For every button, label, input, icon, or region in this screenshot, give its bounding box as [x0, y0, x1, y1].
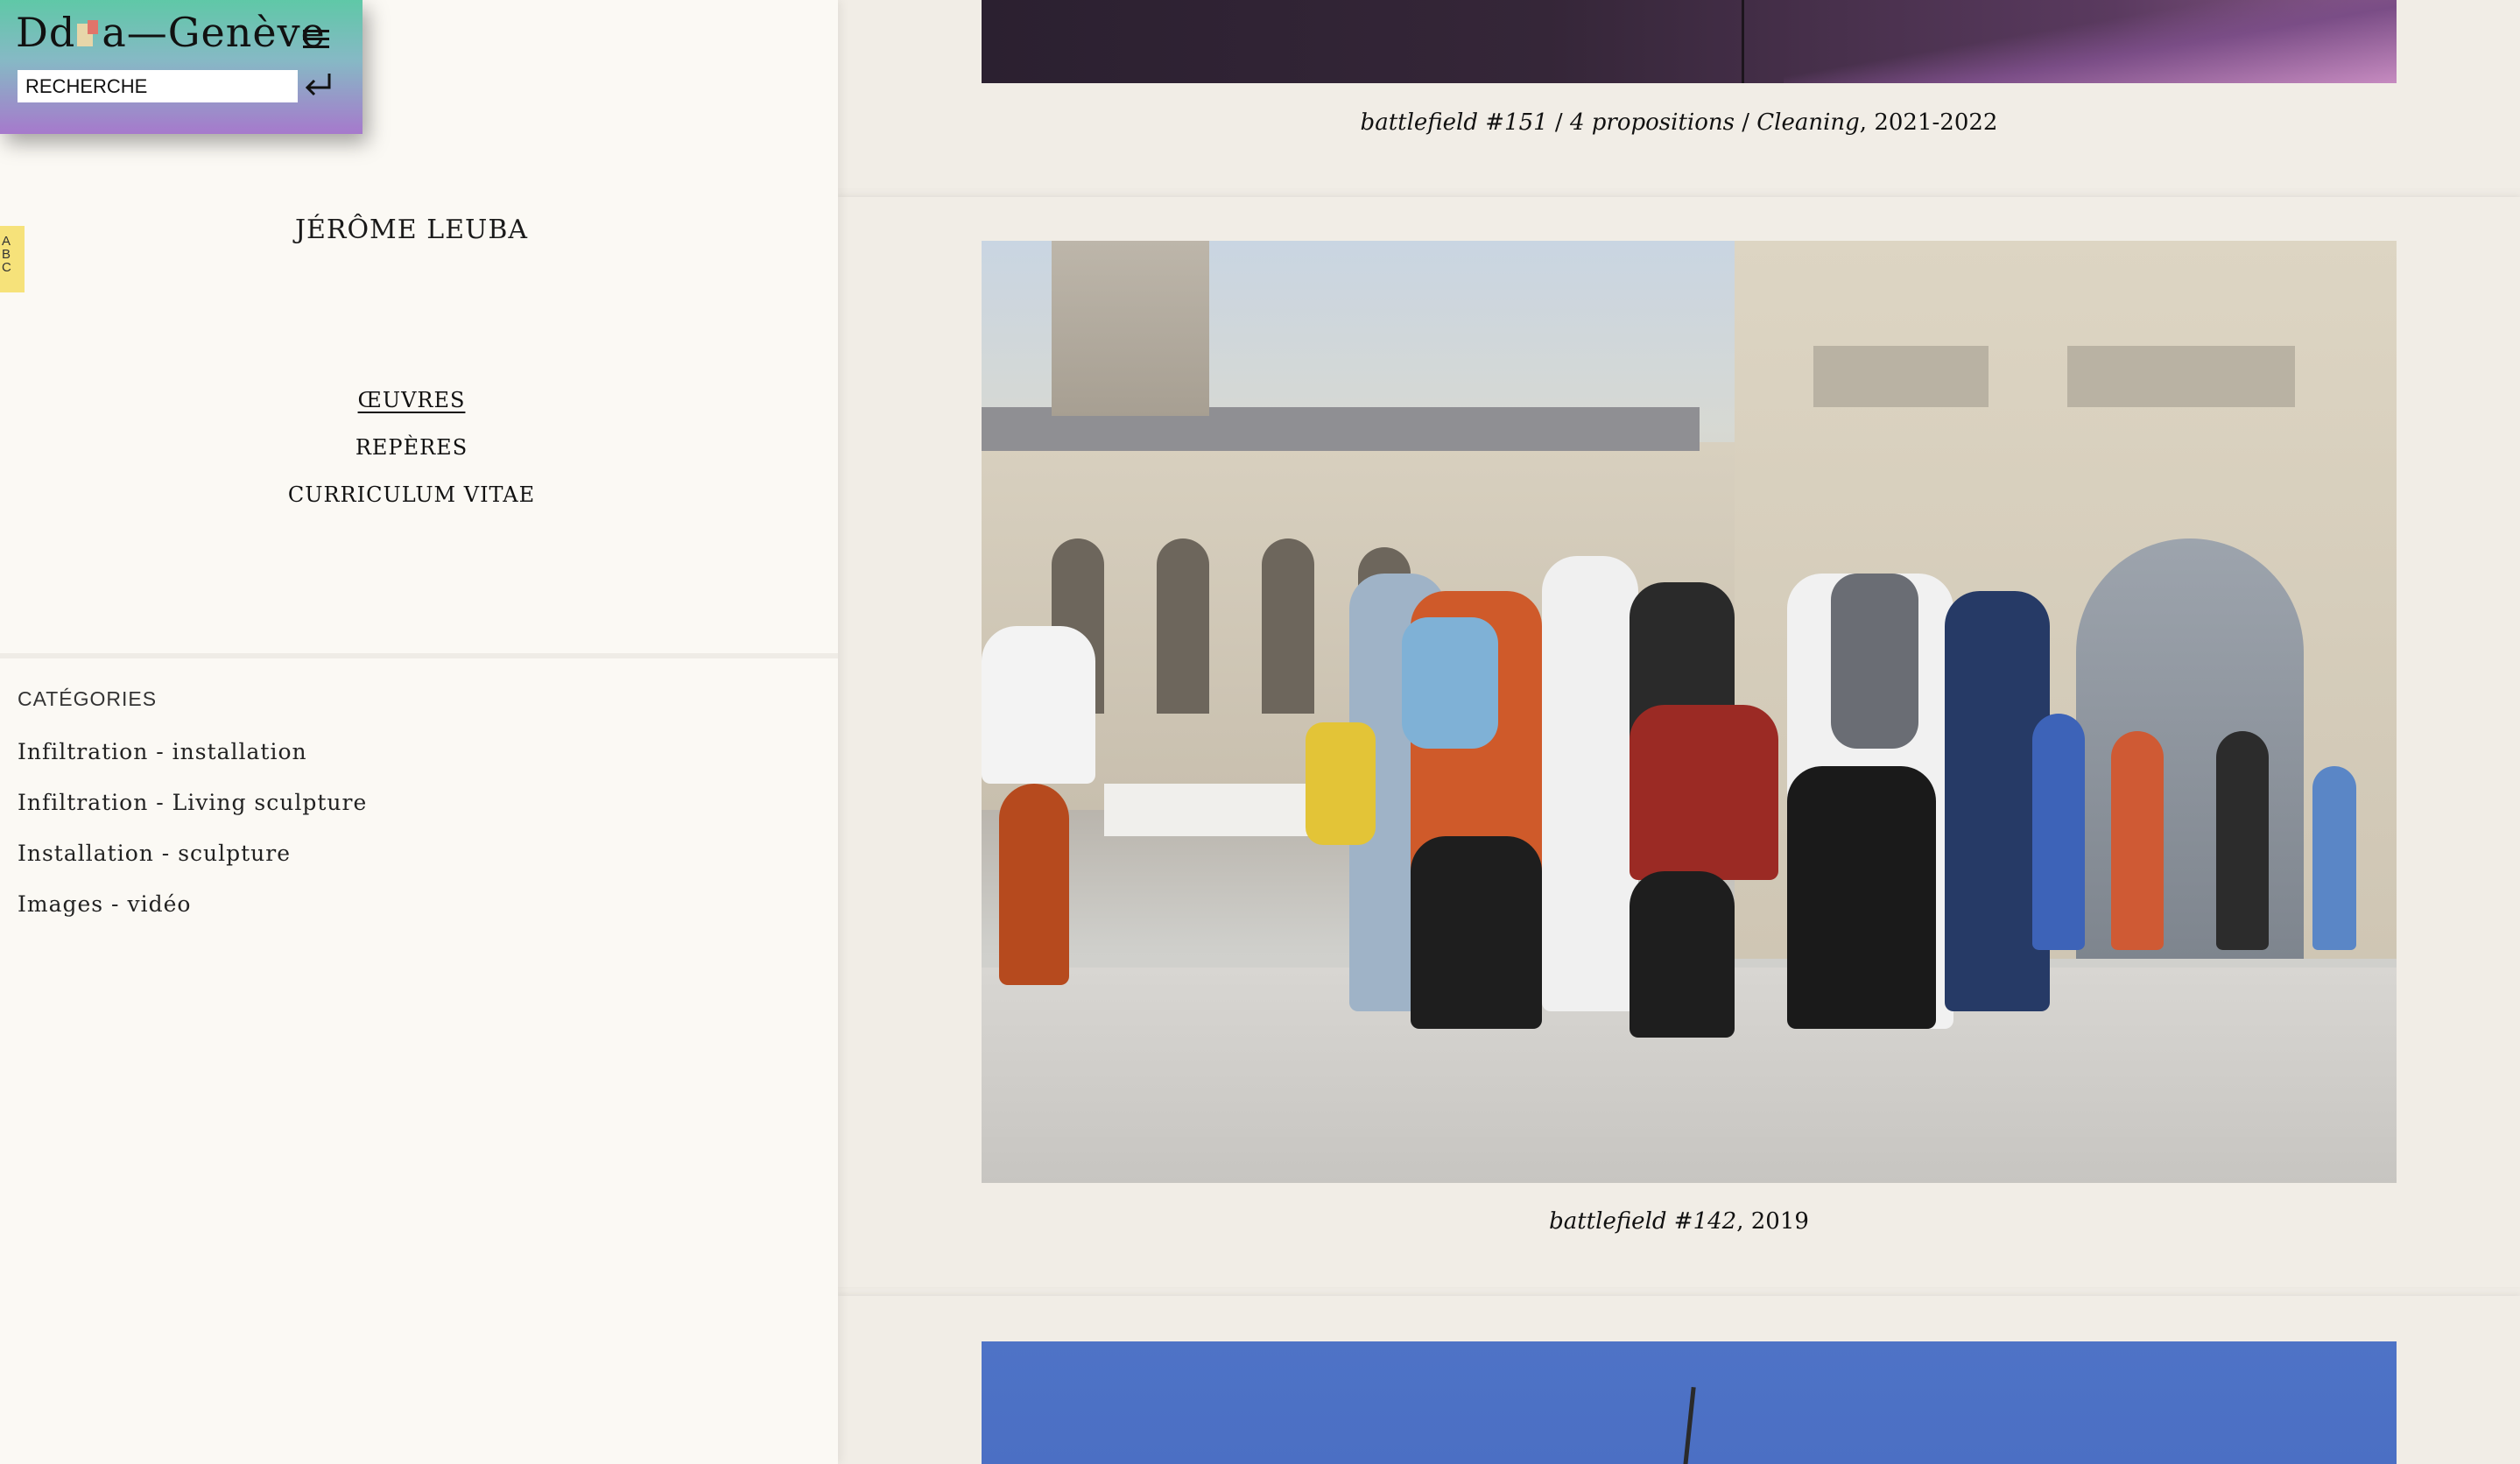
artist-nav: ŒUVRES REPÈRES CURRICULUM VITAE	[0, 377, 823, 518]
logo-mark-icon	[77, 20, 100, 50]
work-image[interactable]	[982, 1341, 2397, 1464]
nav-item-curriculum-vitae[interactable]: CURRICULUM VITAE	[0, 471, 823, 518]
site-logo[interactable]: Dd a—Genève	[16, 9, 326, 56]
work-title-part: 4 propositions	[1569, 109, 1735, 136]
enter-arrow-icon[interactable]	[303, 70, 334, 100]
logo-text-end: a—Genève	[102, 9, 326, 56]
categories-list: Infiltration - installation Infiltration…	[18, 727, 367, 930]
abc-letter-b: B	[2, 247, 11, 262]
category-link-infiltration-installation[interactable]: Infiltration - installation	[18, 727, 367, 778]
category-link-infiltration-living-sculpture[interactable]: Infiltration - Living sculpture	[18, 778, 367, 828]
title-separator: /	[1547, 109, 1570, 136]
nav-item-oeuvres[interactable]: ŒUVRES	[0, 377, 823, 424]
category-link-images-video[interactable]: Images - vidéo	[18, 879, 367, 930]
artist-name: JÉRÔME LEUBA	[294, 215, 529, 245]
work-title-part: Cleaning	[1756, 109, 1860, 136]
work-card: battlefield #151 / 4 propositions / Clea…	[838, 0, 2520, 188]
site-header-box: Dd a—Genève	[0, 0, 363, 134]
hamburger-icon[interactable]	[301, 26, 333, 53]
title-separator: /	[1734, 109, 1757, 136]
work-image[interactable]	[982, 0, 2397, 83]
abc-letter-c: C	[2, 260, 11, 275]
work-year: , 2021-2022	[1859, 109, 1998, 136]
work-image[interactable]	[982, 241, 2397, 1183]
work-year: , 2019	[1736, 1208, 1809, 1235]
nav-item-reperes[interactable]: REPÈRES	[0, 424, 823, 471]
category-link-installation-sculpture[interactable]: Installation - sculpture	[18, 828, 367, 879]
categories-section: CATÉGORIES Infiltration - installation I…	[18, 687, 367, 930]
work-title-part: battlefield #151	[1360, 109, 1548, 136]
sidebar-divider	[0, 653, 838, 658]
work-card	[838, 1296, 2520, 1464]
logo-text-start: Dd	[16, 9, 76, 56]
work-title: battlefield #142	[1549, 1208, 1737, 1235]
search-input[interactable]	[18, 70, 298, 102]
works-feed: battlefield #151 / 4 propositions / Clea…	[838, 0, 2520, 1464]
work-caption: battlefield #142, 2019	[838, 1208, 2520, 1235]
sidebar: A B C JÉRÔME LEUBA ŒUVRES REPÈRES CURRIC…	[0, 0, 838, 1464]
categories-heading: CATÉGORIES	[18, 687, 158, 710]
work-card: battlefield #142, 2019	[838, 197, 2520, 1287]
work-caption: battlefield #151 / 4 propositions / Clea…	[838, 109, 2520, 136]
